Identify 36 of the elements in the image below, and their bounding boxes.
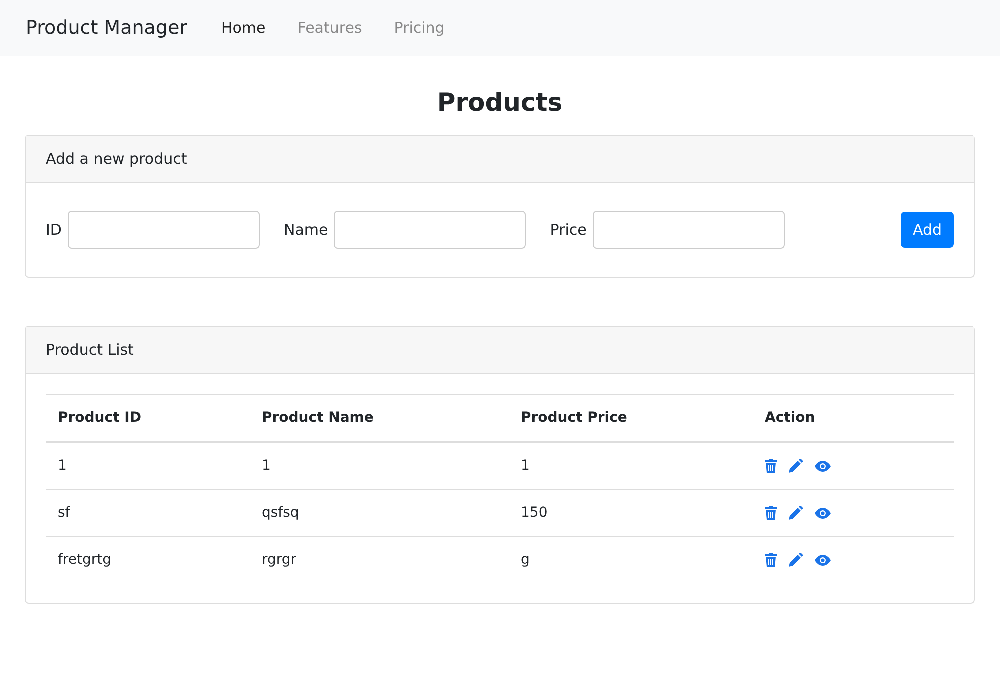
brand-link[interactable]: Product Manager xyxy=(26,17,188,39)
trash-icon[interactable] xyxy=(765,506,777,520)
pencil-icon[interactable] xyxy=(789,553,803,568)
eye-icon[interactable] xyxy=(815,508,831,519)
field-label: ID xyxy=(46,221,62,239)
column-header: Product ID xyxy=(46,394,250,442)
table-cell: fretgrtg xyxy=(46,536,250,583)
eye-icon[interactable] xyxy=(815,460,831,472)
trash-icon[interactable] xyxy=(765,459,777,474)
field-label: Price xyxy=(550,221,587,239)
column-header: Action xyxy=(753,394,954,442)
nav-link[interactable]: Home xyxy=(221,19,266,37)
input-field[interactable] xyxy=(68,211,260,249)
table-cell: 150 xyxy=(509,490,753,536)
table-cell: sf xyxy=(46,490,250,536)
card-header: Add a new product xyxy=(26,136,974,183)
page-title: Products xyxy=(436,88,564,117)
add-button[interactable]: Add xyxy=(900,212,954,248)
input-field[interactable] xyxy=(592,211,785,249)
nav-link[interactable]: Features xyxy=(298,19,362,37)
field-label: Name xyxy=(284,221,328,239)
trash-icon[interactable] xyxy=(765,553,777,568)
card-header: Product List xyxy=(26,327,974,374)
table-cell: qsfsq xyxy=(250,490,509,536)
pencil-icon[interactable] xyxy=(789,459,803,474)
column-header: Product Name xyxy=(250,394,509,442)
table-cell: 1 xyxy=(250,442,509,490)
table-cell: 1 xyxy=(46,442,250,490)
table-cell: rgrgr xyxy=(250,536,509,583)
eye-icon[interactable] xyxy=(815,554,831,566)
nav-link[interactable]: Pricing xyxy=(394,19,445,37)
column-header: Product Price xyxy=(509,394,753,442)
table-cell: g xyxy=(509,536,753,583)
pencil-icon[interactable] xyxy=(789,506,803,520)
input-field[interactable] xyxy=(334,211,526,249)
table-cell: 1 xyxy=(509,442,753,490)
